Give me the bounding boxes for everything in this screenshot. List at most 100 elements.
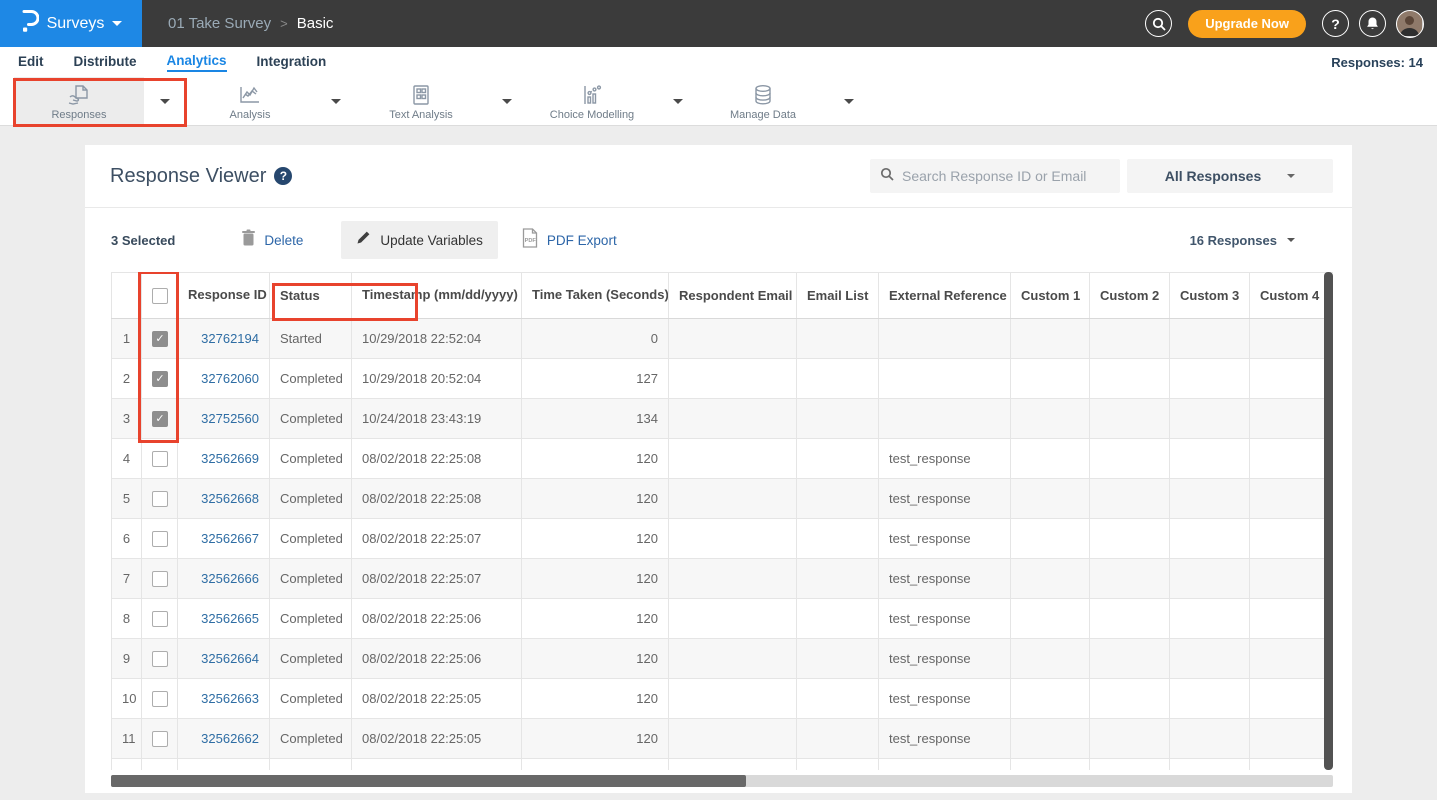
pdf-export-button[interactable]: PDF PDF Export <box>521 228 617 253</box>
timestamp-cell: 10/24/2018 23:43:19 <box>352 399 522 439</box>
row-checkbox[interactable]: ✓ <box>152 331 168 347</box>
column-header: Status <box>270 273 352 319</box>
vertical-scrollbar[interactable] <box>1324 272 1333 770</box>
tab-integration[interactable]: Integration <box>257 54 327 71</box>
custom4-cell <box>1250 599 1334 639</box>
row-checkbox[interactable] <box>152 571 168 587</box>
row-checkbox[interactable] <box>152 691 168 707</box>
search-input[interactable] <box>902 168 1110 184</box>
response-id-link[interactable]: 32762060 <box>201 371 259 386</box>
row-checkbox[interactable] <box>152 451 168 467</box>
tab-analytics[interactable]: Analytics <box>167 53 227 72</box>
column-header[interactable]: Time Taken (Seconds) <box>522 273 669 319</box>
select-all-header[interactable] <box>142 273 178 319</box>
column-header[interactable]: Response ID <box>178 273 270 319</box>
chevron-down-icon <box>1287 174 1295 178</box>
email-list-cell <box>797 559 879 599</box>
tab-distribute[interactable]: Distribute <box>74 54 137 71</box>
status-cell: Completed <box>270 359 352 399</box>
row-checkbox[interactable] <box>152 531 168 547</box>
response-viewer-card: Response Viewer ? All Responses 3 Select… <box>85 145 1352 793</box>
responses-icon <box>66 84 92 106</box>
time-taken-cell: 120 <box>522 519 669 559</box>
row-checkbox[interactable] <box>152 611 168 627</box>
search-icon[interactable] <box>1145 10 1172 37</box>
choice-modelling-button[interactable]: Choice Modelling <box>527 77 657 125</box>
external-reference-cell: test_response <box>879 439 1011 479</box>
column-header: Respondent Email <box>669 273 797 319</box>
bell-icon[interactable] <box>1359 10 1386 37</box>
row-checkbox[interactable] <box>152 651 168 667</box>
respondent-email-cell <box>669 559 797 599</box>
response-id-cell: 32562664 <box>178 639 270 679</box>
time-taken-cell: 120 <box>522 759 669 771</box>
title-help-icon[interactable]: ? <box>274 167 292 185</box>
row-number-cell: 3 <box>112 399 142 439</box>
response-id-link[interactable]: 32562666 <box>201 571 259 586</box>
horizontal-scrollbar-track[interactable] <box>111 775 1333 787</box>
response-id-link[interactable]: 32752560 <box>201 411 259 426</box>
status-cell: Started <box>270 319 352 359</box>
avatar[interactable] <box>1396 10 1424 38</box>
response-id-link[interactable]: 32562669 <box>201 451 259 466</box>
choice-modelling-icon <box>580 84 604 106</box>
custom1-cell <box>1011 759 1090 771</box>
delete-button[interactable]: Delete <box>241 229 303 251</box>
row-checkbox[interactable] <box>152 731 168 747</box>
response-id-link[interactable]: 32562667 <box>201 531 259 546</box>
custom2-cell <box>1090 719 1170 759</box>
responses-button[interactable]: Responses <box>14 77 144 125</box>
toolbar-group-responses: Responses <box>14 77 185 125</box>
table-row: 532562668Completed08/02/2018 22:25:08120… <box>112 479 1334 519</box>
row-number-cell: 12 <box>112 759 142 771</box>
response-id-link[interactable]: 32762194 <box>201 331 259 346</box>
text-analysis-icon <box>410 84 432 106</box>
external-reference-cell: test_response <box>879 759 1011 771</box>
responses-label: Responses <box>51 109 106 121</box>
action-bar: 3 Selected Delete Update Variables PDF P… <box>85 208 1352 272</box>
text-analysis-dropdown-caret[interactable] <box>486 77 527 125</box>
response-filter-dropdown[interactable]: All Responses <box>1127 159 1333 193</box>
response-id-link[interactable]: 32562665 <box>201 611 259 626</box>
analysis-button[interactable]: Analysis <box>185 77 315 125</box>
select-all-checkbox[interactable] <box>152 288 168 304</box>
surveys-menu[interactable]: Surveys <box>0 0 142 47</box>
column-header[interactable]: Timestamp (mm/dd/yyyy) <box>352 273 522 319</box>
responses-dropdown-caret[interactable] <box>144 77 185 125</box>
timestamp-cell: 08/02/2018 22:25:05 <box>352 679 522 719</box>
text-analysis-button[interactable]: Text Analysis <box>356 77 486 125</box>
column-header: Custom 1 <box>1011 273 1090 319</box>
response-id-link[interactable]: 32562664 <box>201 651 259 666</box>
manage-data-dropdown-caret[interactable] <box>828 77 869 125</box>
tab-edit[interactable]: Edit <box>18 54 44 71</box>
time-taken-cell: 134 <box>522 399 669 439</box>
time-taken-cell: 120 <box>522 679 669 719</box>
chevron-down-icon <box>112 21 122 26</box>
custom3-cell <box>1170 359 1250 399</box>
upgrade-now-button[interactable]: Upgrade Now <box>1188 10 1306 38</box>
choice-modelling-dropdown-caret[interactable] <box>657 77 698 125</box>
external-reference-cell: test_response <box>879 719 1011 759</box>
status-cell: Completed <box>270 719 352 759</box>
status-cell: Completed <box>270 639 352 679</box>
custom3-cell <box>1170 759 1250 771</box>
response-id-link[interactable]: 32562663 <box>201 691 259 706</box>
custom3-cell <box>1170 519 1250 559</box>
timestamp-cell: 08/02/2018 22:25:08 <box>352 439 522 479</box>
row-checkbox[interactable] <box>152 491 168 507</box>
email-list-cell <box>797 519 879 559</box>
response-id-link[interactable]: 32562668 <box>201 491 259 506</box>
breadcrumb-survey-name[interactable]: 01 Take Survey <box>168 15 271 32</box>
update-variables-button[interactable]: Update Variables <box>341 221 498 259</box>
analysis-dropdown-caret[interactable] <box>315 77 356 125</box>
checkbox-cell <box>142 599 178 639</box>
row-checkbox[interactable]: ✓ <box>152 371 168 387</box>
responses-count-dropdown[interactable]: 16 Responses <box>1190 233 1295 248</box>
horizontal-scrollbar-thumb[interactable] <box>111 775 746 787</box>
manage-data-button[interactable]: Manage Data <box>698 77 828 125</box>
custom2-cell <box>1090 439 1170 479</box>
response-id-link[interactable]: 32562662 <box>201 731 259 746</box>
help-icon[interactable]: ? <box>1322 10 1349 37</box>
row-checkbox[interactable]: ✓ <box>152 411 168 427</box>
card-header: Response Viewer ? All Responses <box>85 145 1352 208</box>
